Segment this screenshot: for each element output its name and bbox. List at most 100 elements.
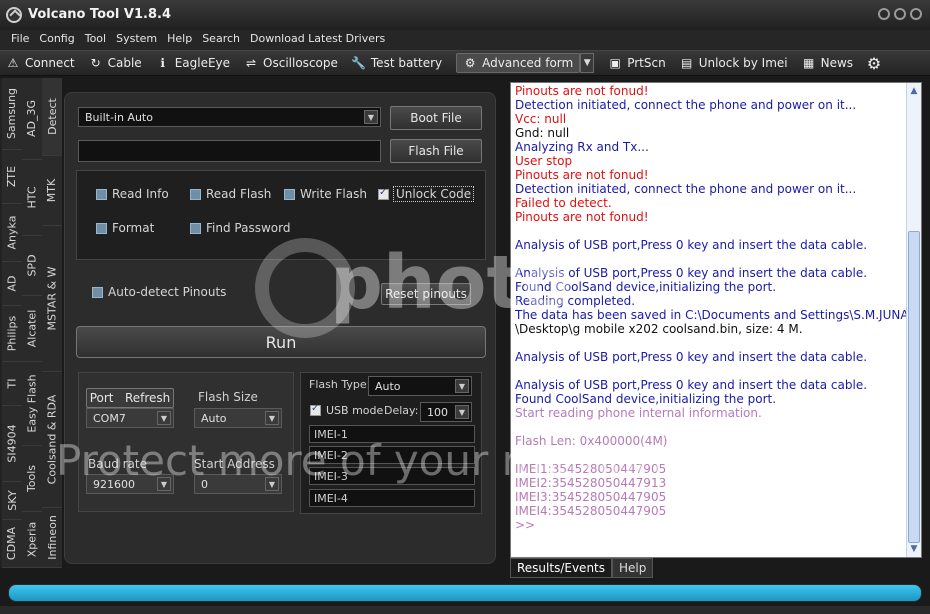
menu-config[interactable]: Config [34,30,79,50]
write-flash-label: Write Flash [300,187,367,201]
close-button[interactable] [910,8,922,20]
tab-mstar[interactable]: MSTAR & W [42,226,62,372]
window-controls [878,8,922,20]
tab-sky[interactable]: SKY [2,482,22,520]
mode-select[interactable]: Built-in Auto ▼ [78,107,381,127]
scroll-down-icon[interactable]: ▼ [908,542,920,556]
tab-label: Philips [5,315,19,352]
cable-button[interactable]: ↻ Cable [89,56,142,70]
boot-file-button[interactable]: Boot File [390,106,482,130]
oscilloscope-button[interactable]: ⇌ Oscilloscope [244,56,338,70]
tab-ad[interactable]: AD [2,262,22,306]
reset-pinouts-button[interactable]: Reset pinouts [381,283,471,305]
imei-2-field[interactable]: IMEI-2 [309,446,475,464]
log-line: User stop [515,154,573,168]
log-line: Found CoolSand device,initializing the p… [515,280,777,294]
find-password-checkbox[interactable]: Find Password [190,221,290,235]
scroll-up-icon[interactable]: ▲ [908,84,920,98]
tab-easy-flash[interactable]: Easy Flash [22,362,42,446]
usb-mode-label: USB mode [326,404,384,417]
tab-alcatel[interactable]: Alcatel [22,296,42,362]
menu-system[interactable]: System [111,30,162,50]
start-address-select[interactable]: 0 ▼ [194,474,282,494]
imei-3-field[interactable]: IMEI-3 [309,467,475,485]
tab-xperia[interactable]: Xperia [22,512,42,568]
tab-label: SKY [5,490,19,511]
port-select[interactable]: COM7 ▼ [86,408,174,428]
results-log[interactable]: Pinouts are not fonud! Detection initiate… [510,82,922,558]
log-line: Start reading phone internal information… [515,406,762,420]
options-box [76,170,486,260]
news-button[interactable]: ▦ News [802,56,853,70]
prtscn-button[interactable]: ▣ PrtScn [608,56,666,70]
tab-label: CDMA [5,526,19,561]
usb-mode-checkbox[interactable]: USB mode [310,403,384,417]
run-button[interactable]: Run [76,326,486,358]
menu-download-drivers[interactable]: Download Latest Drivers [245,30,390,50]
tab-anyka[interactable]: Anyka [2,204,22,262]
imei-1-field[interactable]: IMEI-1 [309,425,475,443]
flash-type-select[interactable]: Auto ▼ [368,376,472,396]
advanced-form-dropdown[interactable]: ▼ [580,53,595,73]
auto-detect-pinouts-checkbox[interactable]: Auto-detect Pinouts [92,285,226,299]
format-checkbox[interactable]: Format [96,221,154,235]
maximize-button[interactable] [894,8,906,20]
log-line: Pinouts are not fonud! [515,168,649,182]
file-path-field[interactable] [78,140,381,162]
tab-detect[interactable]: Detect [42,78,62,156]
tab-label: Samsung [5,87,19,140]
tab-zte[interactable]: ZTE [2,150,22,204]
tab-cdma[interactable]: CDMA [2,520,22,568]
port-refresh-button[interactable]: Port Refresh [86,388,174,408]
flash-file-button[interactable]: Flash File [390,139,482,163]
unlock-code-checkbox[interactable]: Unlock Code [378,186,475,202]
unlock-by-imei-button[interactable]: ▤ Unlock by Imei [680,56,788,70]
menu-help[interactable]: Help [162,30,197,50]
tab-si4904[interactable]: SI4904 [2,406,22,482]
tab-samsung[interactable]: Samsung [2,78,22,150]
tab-tools[interactable]: Tools [22,446,42,512]
tab-ti[interactable]: TI [2,362,22,406]
tab-infineon[interactable]: Infineon [42,508,62,568]
eagleeye-button[interactable]: ℹ EagleEye [156,56,230,70]
delay-select[interactable]: 100 ▼ [420,402,472,422]
log-scrollbar[interactable]: ▲ ▼ [906,83,921,557]
tab-label: Xperia [25,521,39,558]
tab-help[interactable]: Help [612,558,654,578]
read-flash-checkbox[interactable]: Read Flash [190,187,271,201]
imei-4-field[interactable]: IMEI-4 [309,489,475,507]
tab-coolsand-rda[interactable]: Coolsand & RDA [42,372,62,508]
tab-htc[interactable]: HTC [22,160,42,236]
advanced-form-button[interactable]: ⚙ Advanced form [456,53,581,73]
scroll-thumb[interactable] [908,231,920,543]
log-line: Analyzing Rx and Tx... [515,140,649,154]
flash-size-select[interactable]: Auto ▼ [194,408,282,428]
read-info-checkbox[interactable]: Read Info [96,187,169,201]
menu-file[interactable]: File [6,30,34,50]
baud-rate-select[interactable]: 921600 ▼ [86,474,174,494]
tab-ad-3g[interactable]: AD_3G [22,78,42,160]
refresh-label: Refresh [124,391,171,405]
settings-gear-icon: ⚙ [866,53,882,73]
menu-tool[interactable]: Tool [80,30,111,50]
test-battery-button[interactable]: 🔧 Test battery [351,56,442,70]
document-icon: ▤ [681,56,693,70]
read-info-label: Read Info [112,187,169,201]
tab-results-events[interactable]: Results/Events [510,558,613,578]
connect-button[interactable]: ⚠ Connect [6,56,75,70]
cable-label: Cable [107,56,142,70]
tab-label: MSTAR & W [45,266,59,331]
log-line: IMEI2:354528050447913 [515,476,667,490]
eagleeye-label: EagleEye [174,56,231,70]
write-flash-checkbox[interactable]: Write Flash [284,187,367,201]
minimize-button[interactable] [878,8,890,20]
menu-search[interactable]: Search [197,30,245,50]
oscilloscope-label: Oscilloscope [263,56,338,70]
tab-mtk[interactable]: MTK [42,156,62,226]
menu-bar: File Config Tool System Help Search Down… [0,30,930,50]
tab-spd[interactable]: SPD [22,236,42,296]
tab-label: Alcatel [25,309,39,348]
tab-label: AD [5,275,19,292]
settings-button[interactable]: ⚙ [866,53,882,73]
tab-philips[interactable]: Philips [2,306,22,362]
